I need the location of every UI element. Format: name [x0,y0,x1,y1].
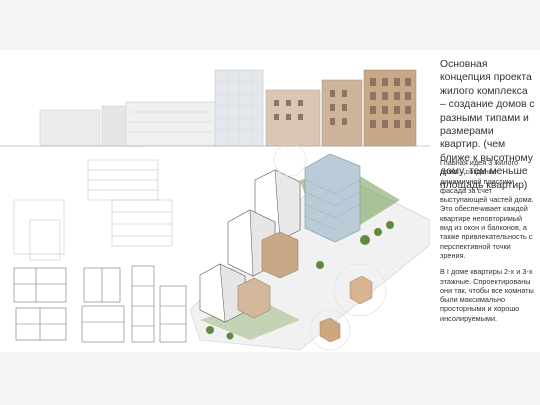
architectural-drawings [0,50,430,351]
apartments-note: В I доме квартиры 2-х и 3-х этажные. Спр… [440,267,534,323]
building-sections [13,159,173,261]
axonometric-site [189,153,430,351]
notes-column: Главная идея 3 жилого дома – создание ди… [440,158,536,330]
bottom-band [0,352,540,405]
street-elevation [0,50,430,147]
facade-note: Главная идея 3 жилого дома – создание ди… [440,158,534,260]
top-band [0,0,540,50]
floor-plans [13,265,187,343]
